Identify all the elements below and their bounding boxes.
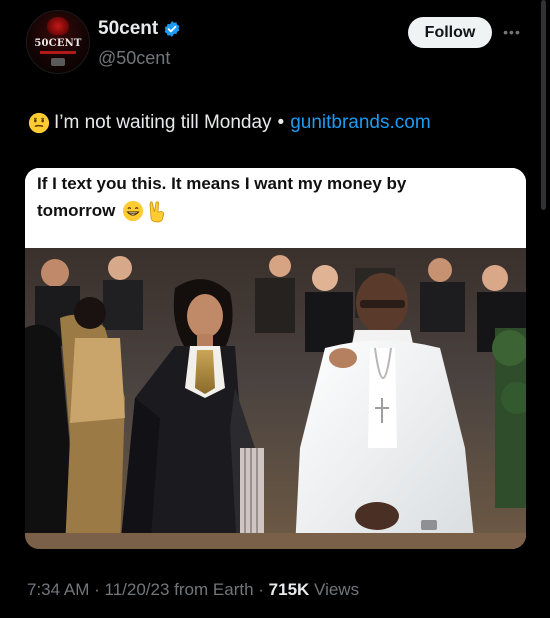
avatar-logo-text: 50CENT: [34, 38, 82, 49]
meme-caption: If I text you this. It means I want my m…: [25, 168, 526, 248]
meme-caption-line-1: If I text you this. It means I want my m…: [37, 174, 407, 193]
avatar-emblem-icon: [47, 17, 69, 35]
more-horizontal-icon[interactable]: •••: [500, 22, 524, 42]
follow-button[interactable]: Follow: [408, 17, 492, 48]
tweet-link[interactable]: gunitbrands.com: [290, 112, 430, 134]
tweet-meta: 7:34 AM · 11/20/23 from Earth · 715K Vie…: [27, 580, 359, 600]
tweet-body-text: I’m not waiting till Monday: [54, 112, 272, 133]
meme-caption-line-2: tomorrow: [37, 201, 116, 220]
separator-dot: •: [277, 112, 285, 133]
tweet-source: from Earth: [174, 580, 254, 599]
meme-caption-line-2-row: tomorrow: [37, 199, 167, 223]
verified-badge-icon: [164, 21, 180, 37]
author-handle[interactable]: @50cent: [98, 48, 170, 69]
meta-separator-2: ·: [258, 580, 264, 599]
tweet-time[interactable]: 7:34 AM: [27, 580, 89, 599]
tweet-date[interactable]: 11/20/23: [105, 580, 170, 599]
red-carpet-photo: [25, 248, 526, 549]
grimacing-face-emoji-icon: [28, 112, 50, 134]
views-label: Views: [314, 580, 360, 599]
tweet-media[interactable]: If I text you this. It means I want my m…: [25, 168, 526, 549]
scrollbar[interactable]: [541, 0, 546, 210]
meta-separator-1: ·: [94, 580, 100, 599]
tweet-page: 50CENT 50cent @50cent Follow ••• I’m not…: [0, 0, 550, 618]
tweet-text: I’m not waiting till Monday • gunitbrand…: [28, 112, 431, 134]
avatar[interactable]: 50CENT: [26, 10, 90, 74]
avatar-logo-badge: [51, 58, 65, 66]
display-name[interactable]: 50cent: [98, 18, 158, 40]
victory-hand-emoji-icon: [149, 201, 165, 223]
views-count: 715K: [268, 580, 310, 599]
avatar-logo-bar: [40, 51, 76, 54]
grinning-face-emoji-icon: [123, 200, 144, 222]
author-name-row[interactable]: 50cent: [98, 18, 181, 40]
